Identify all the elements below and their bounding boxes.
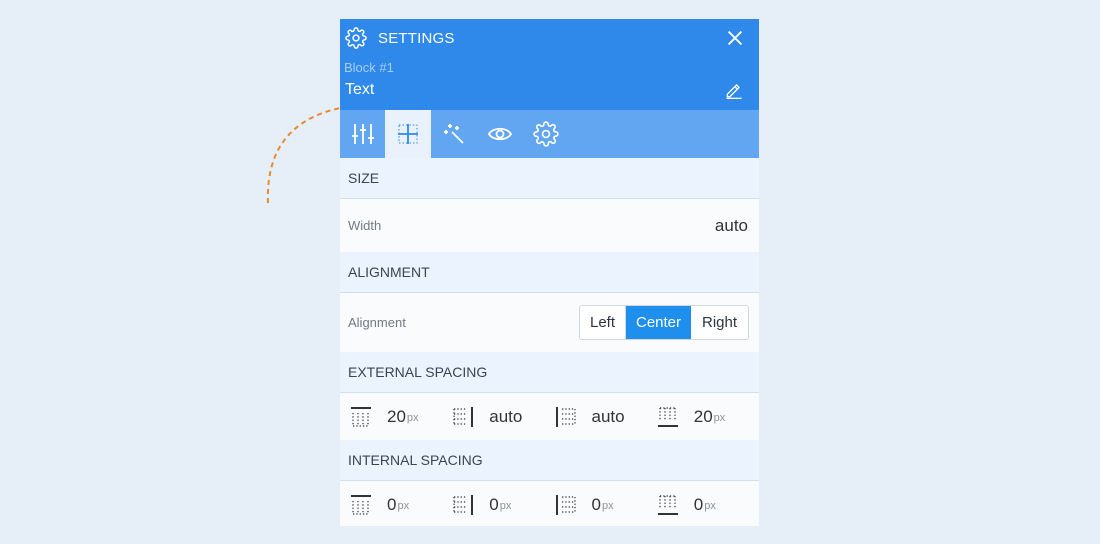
- margin-left-field[interactable]: auto: [555, 406, 657, 428]
- settings-tabs: [340, 110, 759, 158]
- section-size-heading: SIZE: [340, 158, 759, 199]
- margin-top-value: 20: [387, 406, 406, 426]
- margin-top-unit: px: [406, 411, 419, 424]
- external-spacing-row: 20 px auto auto 20 px: [340, 393, 759, 440]
- padding-right-field[interactable]: 0 px: [452, 494, 554, 516]
- tab-general[interactable]: [340, 110, 385, 158]
- spacing-bottom-icon: [657, 494, 678, 515]
- spacing-right-icon: [453, 406, 474, 427]
- spacing-top-icon: [351, 406, 371, 427]
- padding-right-value: 0: [489, 494, 499, 514]
- padding-top-unit: px: [397, 499, 410, 512]
- width-row: Width auto: [340, 199, 759, 252]
- settings-panel: SETTINGS Block #1 Text SIZE Width auto A…: [340, 19, 759, 526]
- padding-bottom-value: 0: [693, 494, 704, 514]
- padding-right-unit: px: [499, 499, 512, 512]
- alignment-button-group: Left Center Right: [579, 305, 749, 340]
- margin-top-field[interactable]: 20 px: [350, 406, 452, 428]
- margin-left-value: auto: [591, 406, 625, 426]
- spacing-bottom-icon: [657, 406, 678, 427]
- block-number: Block #1: [344, 60, 394, 75]
- padding-top-field[interactable]: 0 px: [350, 494, 452, 516]
- width-value[interactable]: auto: [715, 216, 748, 236]
- section-alignment-heading: ALIGNMENT: [340, 252, 759, 293]
- tab-effects[interactable]: [431, 110, 477, 158]
- gear-icon: [345, 27, 367, 49]
- alignment-label: Alignment: [348, 315, 406, 330]
- sliders-icon: [351, 124, 374, 144]
- padding-left-unit: px: [601, 499, 614, 512]
- block-name: Text: [345, 81, 375, 98]
- alignment-row: Alignment Left Center Right: [340, 293, 759, 352]
- eye-icon: [487, 127, 513, 141]
- padding-bottom-unit: px: [704, 499, 716, 512]
- padding-left-value: 0: [591, 494, 601, 514]
- align-left-button[interactable]: Left: [580, 306, 626, 339]
- gear-icon: [533, 121, 559, 147]
- margin-bottom-field[interactable]: 20 px: [657, 406, 759, 428]
- padding-top-value: 0: [387, 494, 397, 514]
- internal-spacing-row: 0 px 0 px 0 px 0 px: [340, 481, 759, 526]
- section-external-spacing-heading: EXTERNAL SPACING: [340, 352, 759, 393]
- magic-wand-icon: [444, 124, 464, 144]
- margin-right-value: auto: [489, 406, 523, 426]
- close-icon[interactable]: [724, 27, 746, 49]
- margin-right-field[interactable]: auto: [452, 406, 554, 428]
- tab-layout[interactable]: [385, 110, 431, 158]
- align-center-button[interactable]: Center: [626, 306, 691, 339]
- margin-bottom-unit: px: [713, 411, 726, 424]
- settings-title: SETTINGS: [378, 30, 455, 47]
- layout-grid-icon: [398, 124, 418, 144]
- spacing-left-icon: [555, 494, 576, 515]
- section-internal-spacing-heading: INTERNAL SPACING: [340, 440, 759, 481]
- margin-bottom-value: 20: [693, 406, 713, 426]
- spacing-left-icon: [555, 406, 576, 427]
- spacing-right-icon: [453, 494, 474, 515]
- settings-header: SETTINGS Block #1 Text: [340, 19, 759, 110]
- tab-advanced[interactable]: [523, 110, 569, 158]
- tab-visibility[interactable]: [477, 110, 523, 158]
- width-label: Width: [348, 218, 382, 233]
- padding-left-field[interactable]: 0 px: [555, 494, 657, 516]
- spacing-top-icon: [351, 494, 371, 515]
- align-right-button[interactable]: Right: [691, 306, 748, 339]
- padding-bottom-field[interactable]: 0 px: [657, 494, 759, 516]
- pencil-icon[interactable]: [724, 80, 744, 100]
